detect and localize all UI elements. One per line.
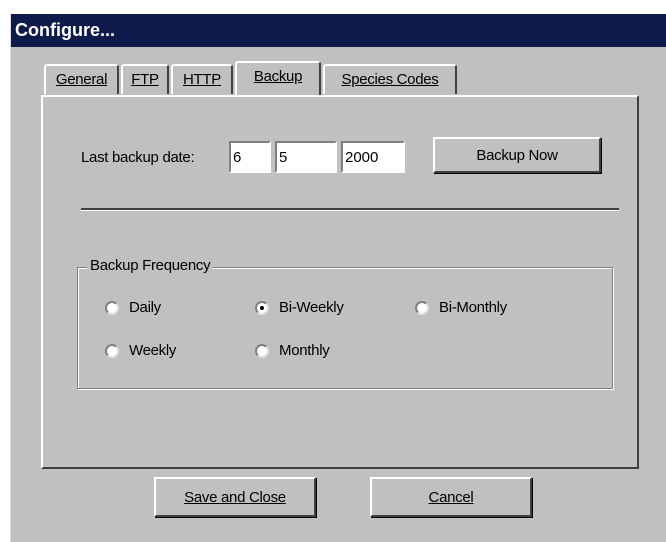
backup-day-field[interactable]	[275, 141, 337, 173]
tab-label: Species Codes	[341, 71, 439, 88]
radio-weekly[interactable]: Weekly	[105, 342, 176, 359]
separator-line	[81, 208, 619, 211]
radio-bi-weekly[interactable]: Bi-Weekly	[255, 299, 344, 316]
tab-backup[interactable]: Backup	[235, 61, 321, 95]
backup-frequency-group	[77, 267, 613, 389]
tab-label: Backup	[253, 68, 303, 85]
backup-tab-panel: Last backup date: Backup Now Backup Freq…	[41, 95, 639, 469]
tab-ftp[interactable]: FTP	[121, 64, 169, 94]
window-title: Configure...	[11, 14, 666, 47]
radio-label: Bi-Weekly	[279, 299, 344, 316]
radio-label: Bi-Monthly	[439, 299, 507, 316]
tab-http[interactable]: HTTP	[171, 64, 233, 94]
backup-year-field[interactable]	[341, 141, 405, 173]
radio-label: Weekly	[129, 342, 177, 359]
configure-dialog: Configure... General FTP HTTP Backup Spe…	[10, 14, 666, 542]
radio-bi-monthly[interactable]: Bi-Monthly	[415, 299, 507, 316]
save-and-close-button[interactable]: Save and Close	[154, 477, 316, 517]
tab-label: General	[55, 71, 108, 88]
radio-monthly[interactable]: Monthly	[255, 342, 330, 359]
radio-daily[interactable]: Daily	[105, 299, 161, 316]
tab-label: FTP	[131, 71, 159, 88]
backup-frequency-title: Backup Frequency	[87, 257, 214, 274]
tab-general[interactable]: General	[44, 64, 119, 94]
backup-month-field[interactable]	[229, 141, 271, 173]
cancel-label: Cancel	[428, 488, 474, 506]
radio-button-selected-icon[interactable]	[255, 300, 269, 315]
tab-label: HTTP	[183, 71, 221, 88]
cancel-button[interactable]: Cancel	[370, 477, 532, 517]
radio-button-icon[interactable]	[255, 343, 269, 358]
tab-species-codes[interactable]: Species Codes	[323, 64, 457, 94]
backup-now-button[interactable]: Backup Now	[433, 137, 601, 173]
radio-button-icon[interactable]	[415, 300, 429, 315]
radio-button-icon[interactable]	[105, 343, 119, 358]
radio-button-icon[interactable]	[105, 300, 119, 315]
radio-label: Daily	[129, 299, 161, 316]
last-backup-label: Last backup date:	[81, 149, 195, 166]
save-and-close-label: Save and Close	[184, 488, 286, 506]
radio-label: Monthly	[279, 342, 330, 359]
